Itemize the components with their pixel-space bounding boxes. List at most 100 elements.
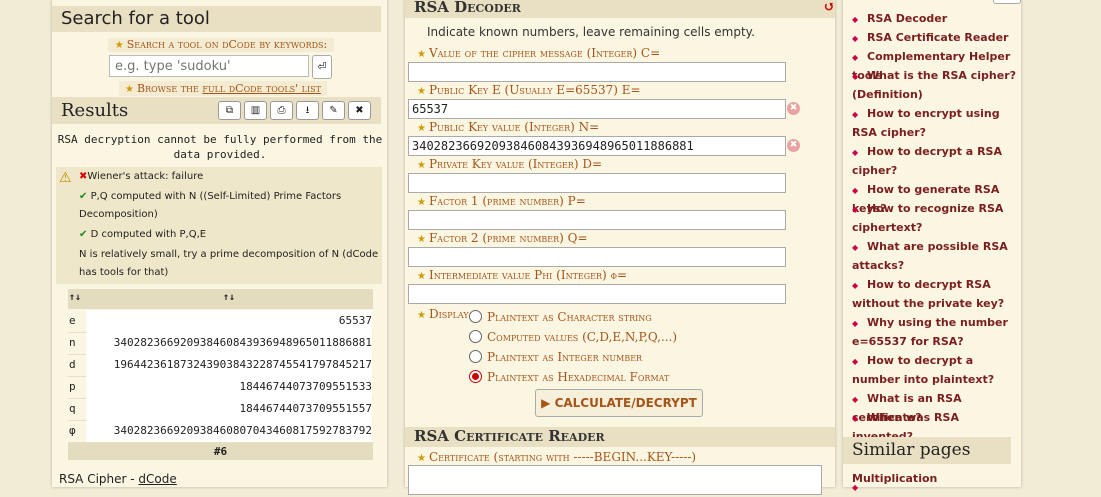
star-icon: ★ [417, 197, 426, 208]
log-line: ✖Wiener's attack: failure [79, 171, 204, 182]
bullet-icon: ◆ [852, 357, 859, 366]
log-line: ✔ P,Q computed with N ((Self-Limited) Pr… [79, 191, 342, 220]
display-label: ★ Display [417, 307, 469, 321]
bullet-icon: ◆ [852, 243, 859, 252]
result-log: ⚠ ✖Wiener's attack: failure ✔ P,Q comput… [56, 167, 382, 284]
similar-page-link[interactable]: ◆ Multiplication [852, 469, 937, 492]
star-icon: ★ [417, 453, 426, 464]
table-row: n 340282366920938460843936948965011886881 [68, 332, 373, 355]
warning-icon: ⚠ [59, 170, 72, 186]
field-label-q: ★ Factor 2 (prime number) Q= [417, 231, 588, 245]
display-option-char[interactable]: Plaintext as Character string [469, 309, 652, 325]
table-footer: #6 [68, 443, 373, 460]
table-row: q 18446744073709551557 [68, 398, 373, 421]
search-submit-button[interactable]: ⏎ [312, 55, 332, 79]
bullet-icon: ◆ [852, 148, 859, 157]
search-label: ★ Search a tool on dCode by keywords: [108, 38, 334, 52]
radio-icon[interactable] [469, 310, 482, 323]
nav-item[interactable]: ◆ Why using the number e=65537 for RSA? [852, 313, 1020, 351]
bullet-icon: ◆ [852, 414, 859, 423]
factor-p-input[interactable] [408, 210, 786, 230]
nav-item[interactable]: ◆ How to decrypt a number into plaintext? [852, 351, 1020, 389]
top-control[interactable] [993, 0, 1021, 4]
screenshot-button[interactable]: ▥ [244, 101, 267, 120]
field-label-e: ★ Public Key E (Usually E=65537) E= [417, 83, 641, 97]
field-label-c: ★ Value of the cipher message (Integer) C… [417, 46, 661, 60]
star-icon: ★ [417, 271, 426, 282]
nav-item[interactable]: ◆ How to decrypt RSA without the private … [852, 275, 1020, 313]
browse-tools-link[interactable]: ★ Browse the full dCode tools' list [119, 81, 327, 96]
nav-item[interactable]: ◆ How to encrypt using RSA cipher? [852, 104, 1020, 142]
public-key-n-input[interactable]: 340282366920938460843936948965011886881 [408, 136, 786, 156]
private-key-d-input[interactable] [408, 173, 786, 193]
search-input[interactable] [109, 55, 309, 77]
credit: RSA Cipher - dCode [59, 472, 177, 486]
rsa-decoder-panel: RSA Decoder ↺ Indicate known numbers, lea… [405, 0, 835, 495]
copy-button[interactable]: ⧉ [218, 101, 241, 120]
field-label-d: ★ Private Key value (Integer) D= [417, 157, 602, 171]
bullet-icon: ◆ [852, 281, 859, 290]
nav-item[interactable]: ◆ How to recognize RSA ciphertext? [852, 199, 1020, 237]
cert-label: ★ Certificate (starting with -----BEGIN..… [417, 450, 697, 464]
star-icon: ★ [417, 86, 426, 97]
star-icon: ★ [114, 40, 124, 51]
star-icon: ★ [417, 160, 426, 171]
pin-button[interactable]: ✎ [322, 101, 345, 120]
bullet-icon: ◆ [852, 15, 859, 24]
sort-value-button[interactable]: ↑↓ [223, 292, 235, 303]
decoder-title: RSA Decoder ↺ [405, 0, 835, 18]
clear-n-icon[interactable]: ✖ [787, 139, 800, 152]
star-icon: ★ [417, 49, 426, 60]
results-header: Results ⧉ ▥ ⎙ ⭳ ✎ ✖ [52, 97, 381, 124]
display-option-hex[interactable]: Plaintext as Hexadecimal Format [469, 369, 669, 385]
table-row: φ 340282366920938460807043460817592783792 [68, 420, 373, 443]
phi-input[interactable] [408, 284, 786, 304]
download-button[interactable]: ⭳ [296, 101, 319, 120]
left-panel: Search for a tool ★ Search a tool on dCod… [52, 0, 387, 487]
log-line: ✔ D computed with P,Q,E [79, 229, 207, 240]
print-button[interactable]: ⎙ [270, 101, 293, 120]
nav-item[interactable]: ◆ What are possible RSA attacks? [852, 237, 1020, 275]
factor-q-input[interactable] [408, 247, 786, 267]
log-line: N is relatively small, try a prime decom… [79, 249, 379, 278]
similar-pages-title: Similar pages [843, 437, 1011, 464]
nav-item[interactable]: ◆ How to decrypt a RSA cipher? [852, 142, 1020, 180]
nav-item[interactable]: ◆ RSA Certificate Reader [852, 28, 1020, 47]
reset-icon[interactable]: ↺ [823, 0, 835, 17]
bullet-icon: ◆ [852, 34, 859, 43]
public-key-e-input[interactable]: 65537 [408, 99, 786, 119]
star-icon: ★ [417, 310, 426, 321]
display-option-computed[interactable]: Computed values (C,D,E,N,P,Q,...) [469, 329, 677, 345]
certificate-textarea[interactable] [408, 465, 822, 495]
calculate-decrypt-button[interactable]: ▶ CALCULATE/DECRYPT [535, 389, 703, 417]
results-title: Results [61, 100, 129, 121]
cert-reader-title: RSA Certificate Reader [405, 427, 835, 447]
radio-selected-icon[interactable] [469, 370, 482, 383]
bullet-icon: ◆ [852, 319, 859, 328]
star-icon: ★ [125, 84, 134, 95]
radio-icon[interactable] [469, 350, 482, 363]
bullet-icon: ◆ [852, 395, 859, 404]
bullet-icon: ◆ [852, 186, 859, 195]
table-row: e 65537 [68, 310, 373, 333]
search-title: Search for a tool [52, 6, 381, 32]
table-row: d 196442361873243903843228745541797845217 [68, 354, 373, 377]
cipher-value-input[interactable] [408, 62, 786, 82]
field-label-p: ★ Factor 1 (prime number) P= [417, 194, 586, 208]
result-message: RSA decryption cannot be fully performed… [57, 133, 383, 161]
bullet-icon: ◆ [852, 205, 859, 214]
sort-key-button[interactable]: ↑↓ [69, 292, 81, 303]
table-header: ↑↓ ↑↓ [68, 289, 373, 309]
nav-item[interactable]: ◆ RSA Decoder [852, 9, 1020, 28]
bullet-icon: ◆ [852, 53, 859, 62]
radio-icon[interactable] [469, 330, 482, 343]
clear-e-icon[interactable]: ✖ [787, 102, 800, 115]
decoder-hint: Indicate known numbers, leave remaining … [427, 25, 755, 39]
dcode-link[interactable]: dCode [138, 472, 176, 486]
right-sidebar: ◆ RSA Decoder ◆ RSA Certificate Reader ◆ Co… [843, 0, 1021, 492]
field-label-phi: ★ Intermediate value Phi (Integer) φ= [417, 268, 628, 282]
star-icon: ★ [417, 234, 426, 245]
nav-item[interactable]: ◆ What is the RSA cipher? (Definition) [852, 66, 1020, 104]
close-results-button[interactable]: ✖ [348, 101, 371, 120]
display-option-integer[interactable]: Plaintext as Integer number [469, 349, 642, 365]
